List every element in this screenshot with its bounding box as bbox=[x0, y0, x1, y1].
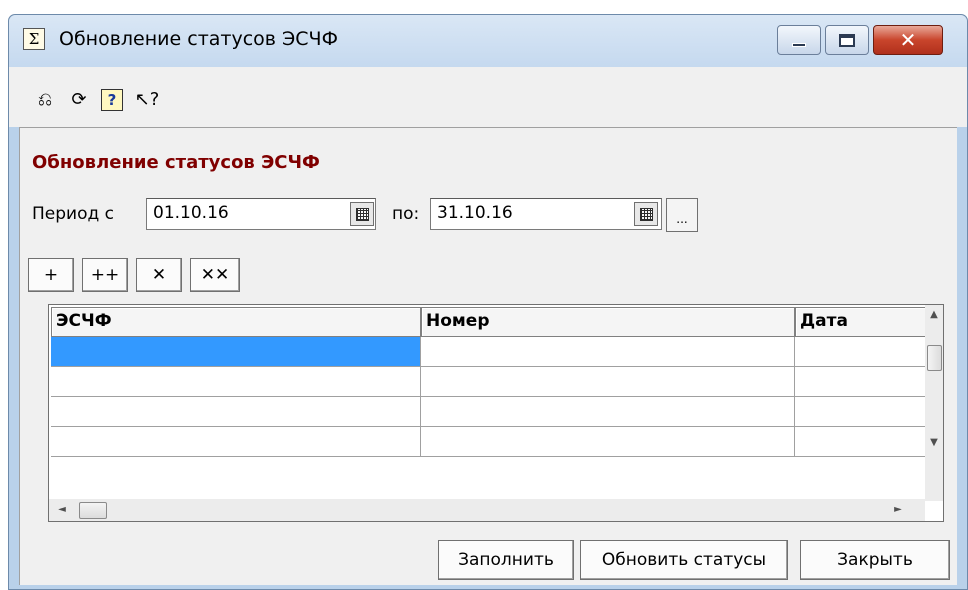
column-header-escf[interactable]: ЭСЧФ bbox=[51, 307, 421, 337]
table-cell[interactable] bbox=[421, 397, 795, 427]
table-cell-selected[interactable] bbox=[51, 337, 421, 367]
table-cell[interactable] bbox=[795, 427, 926, 457]
close-icon: ✕ bbox=[899, 28, 917, 52]
add-row-button[interactable]: + bbox=[28, 258, 74, 292]
scroll-right-icon[interactable]: ► bbox=[889, 500, 907, 520]
table-row[interactable] bbox=[51, 337, 926, 367]
horizontal-scrollbar[interactable]: ◄ ► bbox=[49, 499, 925, 521]
update-statuses-button[interactable]: Обновить статусы bbox=[580, 540, 788, 580]
add-all-button[interactable]: ++ bbox=[82, 258, 128, 292]
period-to-input[interactable]: 31.10.16 bbox=[430, 198, 662, 230]
table-cell[interactable] bbox=[795, 367, 926, 397]
window-title: Обновление статусов ЭСЧФ bbox=[59, 28, 338, 50]
main-panel: Обновление статусов ЭСЧФ Период с 01.10.… bbox=[19, 127, 957, 585]
period-to-label: по: bbox=[392, 204, 420, 224]
remove-row-button[interactable]: ✕ bbox=[136, 258, 182, 292]
fill-button[interactable]: Заполнить bbox=[438, 540, 574, 580]
close-button[interactable]: Закрыть bbox=[800, 540, 950, 580]
minimize-icon bbox=[792, 43, 806, 47]
section-title: Обновление статусов ЭСЧФ bbox=[32, 152, 320, 173]
calendar-icon bbox=[356, 208, 369, 221]
table-row[interactable] bbox=[51, 397, 926, 427]
horizontal-scroll-thumb[interactable] bbox=[79, 502, 107, 519]
column-header-number[interactable]: Номер bbox=[421, 307, 795, 337]
grid-body bbox=[51, 337, 926, 457]
period-select-button[interactable]: ... bbox=[666, 198, 698, 232]
maximize-icon bbox=[839, 34, 855, 47]
scroll-up-icon[interactable]: ▲ bbox=[925, 305, 943, 325]
table-cell[interactable] bbox=[51, 367, 421, 397]
calendar-icon bbox=[640, 208, 653, 221]
table-cell[interactable] bbox=[795, 337, 926, 367]
calendar-to-button[interactable] bbox=[634, 202, 658, 226]
maximize-button[interactable] bbox=[825, 25, 869, 55]
undo-icon[interactable]: ⎌ bbox=[31, 87, 59, 113]
close-window-button[interactable]: ✕ bbox=[873, 25, 943, 55]
table-cell[interactable] bbox=[51, 397, 421, 427]
period-from-input[interactable]: 01.10.16 bbox=[146, 198, 376, 230]
title-bar[interactable]: Σ Обновление статусов ЭСЧФ ✕ bbox=[9, 15, 967, 67]
minimize-button[interactable] bbox=[777, 25, 821, 55]
table-cell[interactable] bbox=[51, 427, 421, 457]
table-cell[interactable] bbox=[795, 397, 926, 427]
scroll-down-icon[interactable]: ▼ bbox=[925, 433, 943, 453]
help-icon[interactable]: ? bbox=[101, 89, 123, 111]
column-header-date[interactable]: Дата bbox=[795, 307, 927, 337]
vertical-scroll-thumb[interactable] bbox=[927, 345, 942, 371]
context-help-icon[interactable]: ↖? bbox=[133, 87, 161, 113]
redo-icon[interactable]: ⟳ bbox=[65, 87, 93, 113]
table-cell[interactable] bbox=[421, 337, 795, 367]
calendar-from-button[interactable] bbox=[350, 202, 374, 226]
remove-all-button[interactable]: ✕✕ bbox=[190, 258, 240, 292]
toolbar: ⎌ ⟳ ? ↖? bbox=[9, 67, 967, 127]
vertical-scrollbar[interactable]: ▲ ▼ bbox=[925, 305, 943, 501]
period-from-label: Период с bbox=[32, 204, 114, 224]
app-icon: Σ bbox=[23, 28, 45, 50]
table-row[interactable] bbox=[51, 367, 926, 397]
data-grid[interactable]: ЭСЧФ Номер Дата ▲ ▼ ◄ ► bbox=[48, 304, 944, 522]
dialog-window: Σ Обновление статусов ЭСЧФ ✕ ⎌ ⟳ ? ↖? Об… bbox=[8, 14, 968, 590]
table-cell[interactable] bbox=[421, 427, 795, 457]
scroll-left-icon[interactable]: ◄ bbox=[53, 500, 71, 520]
table-cell[interactable] bbox=[421, 367, 795, 397]
grid-header: ЭСЧФ Номер Дата bbox=[51, 307, 927, 337]
table-row[interactable] bbox=[51, 427, 926, 457]
